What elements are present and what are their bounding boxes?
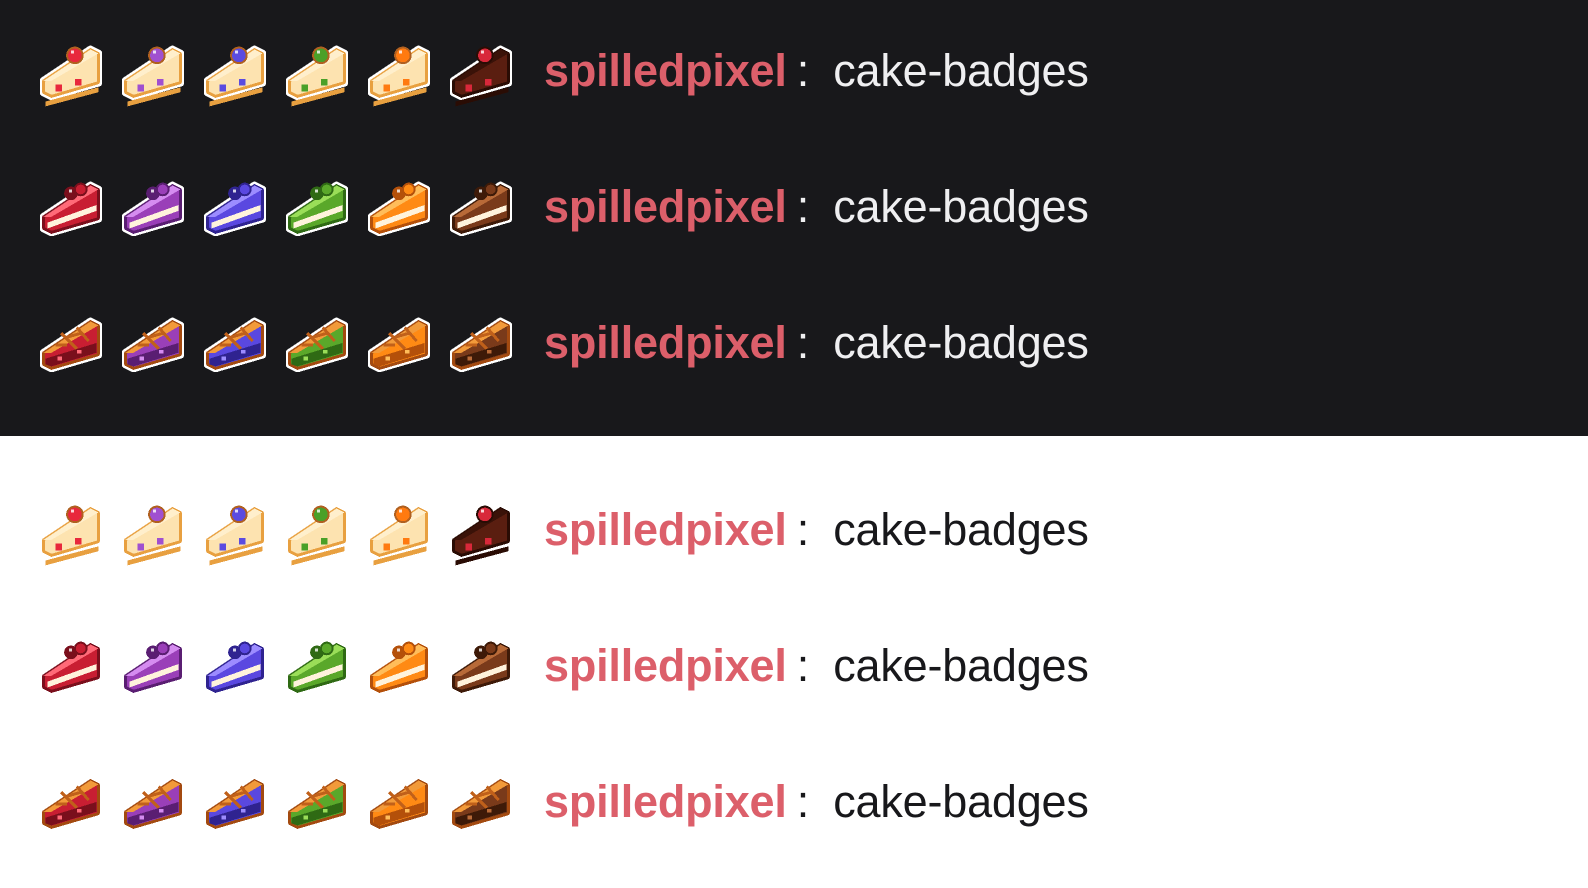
blueberry-cheesecake-cake-icon (203, 45, 267, 107)
message-separator: : (796, 504, 810, 555)
chat-message-row: spilledpixel : cake-badges (32, 167, 1089, 247)
grape-pie-cake-icon (121, 317, 185, 373)
badge-list (32, 32, 520, 110)
matcha-cheesecake-cake-icon (288, 505, 346, 566)
chat-username[interactable]: spilledpixel (544, 45, 787, 97)
chat-message-row: spilledpixel : cake-badges (32, 303, 1089, 383)
chocolate-pie-cake-icon (452, 779, 510, 829)
chat-message-row: spilledpixel : cake-badges (32, 626, 1089, 706)
grape-cheesecake-cake-icon (121, 45, 185, 107)
chat-message-row: spilledpixel : cake-badges (32, 31, 1089, 111)
chat-message-text: cake-badges (833, 640, 1089, 691)
matcha-pie-cake-icon (285, 317, 349, 373)
chat-username[interactable]: spilledpixel (544, 640, 787, 692)
message-separator: : (796, 317, 810, 368)
chat-username[interactable]: spilledpixel (544, 317, 787, 369)
light-theme-chat-panel: spilledpixel : cake-badges spilledpixel … (0, 436, 1588, 888)
orange-cheesecake-cake-icon (367, 45, 431, 107)
chocolate-layer-cake-icon (452, 641, 510, 693)
grape-layer-cake-icon (124, 641, 182, 693)
matcha-layer-cake-icon (288, 641, 346, 693)
blueberry-pie-cake-icon (203, 317, 267, 373)
matcha-layer-cake-icon (285, 181, 349, 237)
chat-username[interactable]: spilledpixel (544, 504, 787, 556)
chat-message-text: cake-badges (833, 45, 1089, 96)
chocolate-layer-cake-icon (449, 181, 513, 237)
blueberry-pie-cake-icon (206, 779, 264, 829)
strawberry-cheesecake-cake-icon (42, 505, 100, 566)
message-separator: : (796, 776, 810, 827)
dark-theme-chat-panel: spilledpixel : cake-badges spilledpixel … (0, 0, 1588, 436)
message-separator: : (796, 45, 810, 96)
chocolate-cheesecake-cake-icon (452, 505, 510, 566)
strawberry-cheesecake-cake-icon (39, 45, 103, 107)
chat-message-text: cake-badges (833, 317, 1089, 368)
strawberry-pie-cake-icon (39, 317, 103, 373)
chat-username[interactable]: spilledpixel (544, 776, 787, 828)
strawberry-layer-cake-icon (42, 641, 100, 693)
blueberry-layer-cake-icon (203, 181, 267, 237)
chat-username[interactable]: spilledpixel (544, 181, 787, 233)
badge-list (32, 763, 520, 841)
badge-list (32, 627, 520, 705)
blueberry-layer-cake-icon (206, 641, 264, 693)
orange-layer-cake-icon (370, 641, 428, 693)
strawberry-layer-cake-icon (39, 181, 103, 237)
message-separator: : (796, 181, 810, 232)
blueberry-cheesecake-cake-icon (206, 505, 264, 566)
chat-message-text: cake-badges (833, 776, 1089, 827)
chat-message-row: spilledpixel : cake-badges (32, 762, 1089, 842)
chat-message-text: cake-badges (833, 504, 1089, 555)
matcha-cheesecake-cake-icon (285, 45, 349, 107)
grape-pie-cake-icon (124, 779, 182, 829)
orange-cheesecake-cake-icon (370, 505, 428, 566)
chat-message-text: cake-badges (833, 181, 1089, 232)
chocolate-cheesecake-cake-icon (449, 45, 513, 107)
message-separator: : (796, 640, 810, 691)
matcha-pie-cake-icon (288, 779, 346, 829)
badge-list (32, 304, 520, 382)
grape-layer-cake-icon (121, 181, 185, 237)
orange-pie-cake-icon (367, 317, 431, 373)
orange-layer-cake-icon (367, 181, 431, 237)
orange-pie-cake-icon (370, 779, 428, 829)
chocolate-pie-cake-icon (449, 317, 513, 373)
strawberry-pie-cake-icon (42, 779, 100, 829)
badge-list (32, 491, 520, 569)
grape-cheesecake-cake-icon (124, 505, 182, 566)
badge-list (32, 168, 520, 246)
chat-message-row: spilledpixel : cake-badges (32, 490, 1089, 570)
